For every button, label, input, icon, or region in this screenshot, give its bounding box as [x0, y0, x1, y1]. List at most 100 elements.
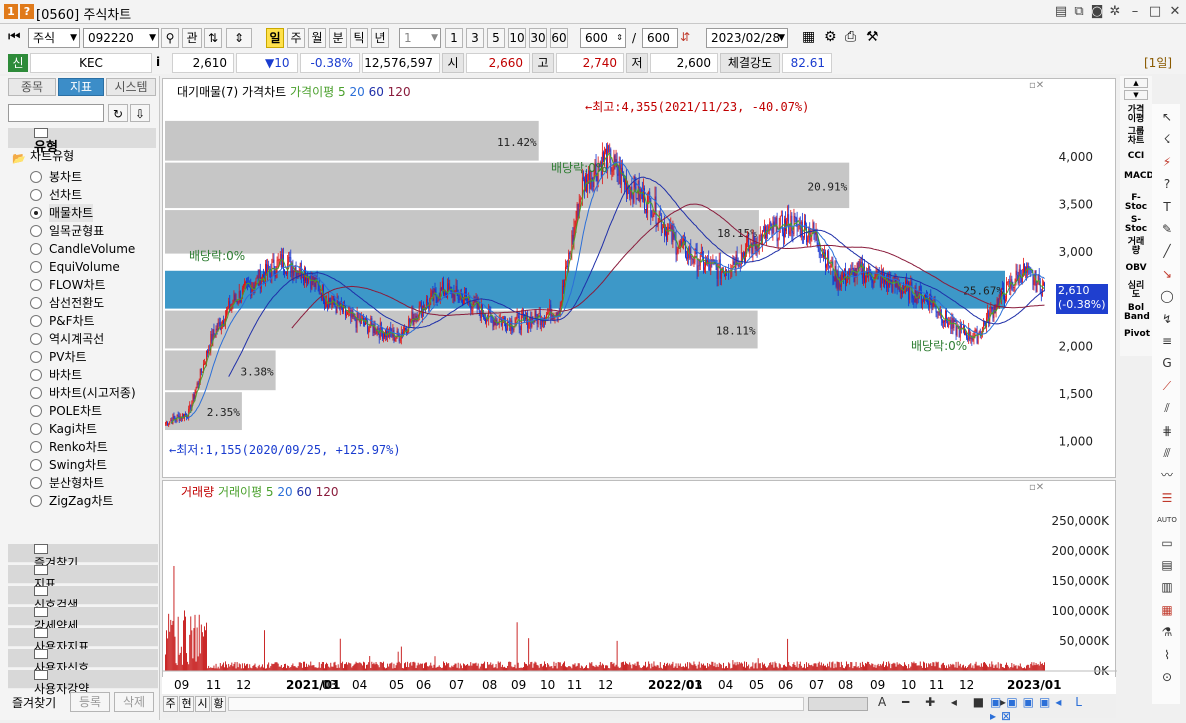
radio-button[interactable] [30, 315, 42, 327]
radio-button[interactable] [30, 189, 42, 201]
memo-icon[interactable]: ▤ [1052, 3, 1070, 21]
camera-icon[interactable]: ◙ [1088, 3, 1106, 21]
print-icon[interactable]: ⎙ [845, 29, 856, 45]
maximize-button[interactable]: □ [1146, 3, 1164, 21]
chart-type-option[interactable]: Kagi차트 [49, 420, 97, 438]
indicator-shortcut[interactable]: Pivot [1124, 330, 1150, 339]
chart-type-option[interactable]: CandleVolume [49, 240, 135, 258]
watch-button[interactable]: 관 [182, 28, 202, 48]
accordion-item[interactable]: 사용자신호 [8, 649, 158, 675]
interval-60[interactable]: 60 [550, 28, 568, 48]
interval-5[interactable]: 5 [487, 28, 505, 48]
accordion-item[interactable]: 사용자강약 [8, 670, 158, 696]
minimize-button[interactable]: – [1126, 3, 1144, 21]
circle-tool-icon[interactable]: ◯ [1156, 287, 1178, 305]
volume-chart-panel[interactable]: 250,000K 200,000K 150,000K 100,000K 50,000K 0… [162, 480, 1117, 694]
zoom-slider[interactable] [808, 697, 868, 711]
accordion-item[interactable]: 강세약세 [8, 607, 158, 633]
period-week[interactable]: 주 [287, 28, 305, 48]
chart-type-option[interactable]: ZigZag차트 [49, 492, 113, 510]
help-icon[interactable]: ? [1156, 175, 1178, 193]
stock-code-input[interactable]: 092220 ▼ [83, 28, 159, 48]
stock-spinner[interactable]: ⇕ [226, 28, 252, 48]
interval-select[interactable]: 1 ▼ [399, 28, 441, 48]
indicator-shortcut[interactable]: F-Stoc [1124, 194, 1148, 212]
period-month[interactable]: 월 [308, 28, 326, 48]
legend-volume-profile[interactable]: 대기매물(7) [177, 85, 238, 99]
pen-tool-icon[interactable]: ✎ [1156, 220, 1178, 238]
period-minute[interactable]: 분 [329, 28, 347, 48]
indicator-shortcut[interactable]: CCI [1124, 152, 1148, 161]
prev-stock-icon[interactable]: ⏮ [8, 29, 21, 45]
chart-type-option[interactable]: EquiVolume [49, 258, 120, 276]
ruler-icon[interactable]: ⌇ [1156, 646, 1178, 664]
arrow-tool-icon[interactable]: ↘ [1156, 265, 1178, 283]
interval-30[interactable]: 30 [529, 28, 547, 48]
window-list-icon[interactable]: ⧉ [1070, 3, 1088, 21]
radio-button[interactable] [30, 333, 42, 345]
download-icon[interactable]: ⇩ [130, 104, 150, 122]
legend-price[interactable]: 가격차트 [242, 85, 286, 99]
radio-button[interactable] [30, 441, 42, 453]
legend-vol-ma20[interactable]: 20 [277, 485, 292, 499]
chart-type-option[interactable]: 일목균형표 [49, 222, 104, 240]
parallel-line-icon[interactable]: ⫽ [1156, 399, 1178, 417]
close-button[interactable]: ✕ [1166, 3, 1184, 21]
chart-type-option[interactable]: POLE차트 [49, 402, 102, 420]
chart-type-option[interactable]: 매물차트 [49, 204, 94, 222]
chart-type-option[interactable]: 삼선전환도 [49, 294, 104, 312]
auto-trendline-icon[interactable]: AUTO [1156, 511, 1178, 529]
trendline-icon[interactable]: ╱ [1156, 242, 1178, 260]
legend-vol-ma120[interactable]: 120 [316, 485, 339, 499]
indicator-shortcut[interactable]: 가격이평 [1124, 106, 1148, 124]
indicator-shortcut[interactable]: MACD [1124, 172, 1154, 181]
delete-drawing-icon[interactable]: ⚡ [1156, 153, 1178, 171]
settings-gear-icon[interactable]: ✲ [1106, 3, 1124, 21]
radio-button[interactable] [30, 225, 42, 237]
scale-week-button[interactable]: 주 [163, 696, 178, 712]
interval-3[interactable]: 3 [466, 28, 484, 48]
delete-button[interactable]: 삭제 [114, 692, 154, 712]
radio-button[interactable] [30, 405, 42, 417]
register-button[interactable]: 등록 [70, 692, 110, 712]
chart-type-option[interactable]: Swing차트 [49, 456, 107, 474]
chart-type-option[interactable]: 바차트(시고저종) [49, 384, 136, 402]
chart-save-icon[interactable]: ▦ [802, 29, 815, 45]
interval-10[interactable]: 10 [508, 28, 526, 48]
indicator-shortcut[interactable]: 그룹차트 [1124, 128, 1148, 146]
period-year[interactable]: 년 [371, 28, 389, 48]
scroll-down-button[interactable]: ▼ [1124, 90, 1148, 100]
radio-button[interactable] [30, 495, 42, 507]
indicator-shortcut[interactable]: S-Stoc [1124, 216, 1148, 234]
target-icon[interactable]: ⊙ [1156, 668, 1178, 686]
legend-ma20[interactable]: 20 [349, 85, 364, 99]
chart-settings-icon[interactable]: ⚙ [824, 29, 837, 45]
curve-tool-icon[interactable]: 〰 [1156, 466, 1178, 484]
legend-volume[interactable]: 거래량 [181, 485, 214, 499]
rectangle-tool-icon[interactable]: ▭ [1156, 534, 1178, 552]
chart-type-option[interactable]: FLOW차트 [49, 276, 106, 294]
market-select[interactable]: 주식 ▼ [28, 28, 80, 48]
cross-line-icon[interactable]: ⫻ [1156, 444, 1178, 462]
indicator-search-input[interactable] [8, 104, 104, 122]
info-icon[interactable]: i [156, 55, 160, 69]
accordion-item[interactable]: 신호검색 [8, 586, 158, 612]
table-icon[interactable]: ▦ [1156, 601, 1178, 619]
accordion-item[interactable]: 지표 [8, 565, 158, 591]
tree-chart-types[interactable]: 차트유형 [30, 147, 74, 165]
undo-drawing-icon[interactable]: ☇ [1156, 130, 1178, 148]
refresh-icon[interactable]: ↻ [108, 104, 128, 122]
horizontal-scrollbar[interactable] [228, 697, 804, 711]
radio-button[interactable] [30, 369, 42, 381]
legend-ma120[interactable]: 120 [388, 85, 411, 99]
page-icon[interactable]: ▤ [1156, 556, 1178, 574]
gann-tool-icon[interactable]: G [1156, 354, 1178, 372]
radio-button[interactable] [30, 387, 42, 399]
radio-button[interactable] [30, 459, 42, 471]
panel-maximize-icon[interactable]: ▫✕ [1029, 482, 1044, 493]
help-badge[interactable]: ? [20, 4, 34, 19]
radio-button[interactable] [30, 171, 42, 183]
radio-button[interactable] [30, 207, 42, 219]
accordion-item[interactable]: 사용자지표 [8, 628, 158, 654]
chart-type-option[interactable]: 역시계곡선 [49, 330, 104, 348]
